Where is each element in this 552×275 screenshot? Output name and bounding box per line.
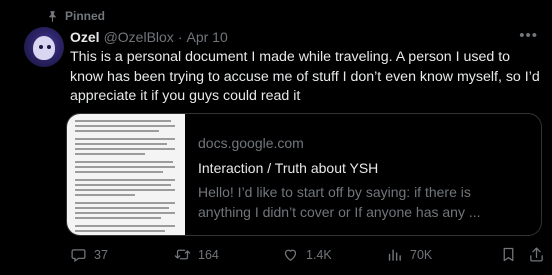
more-icon[interactable]: ••• [519, 27, 538, 44]
card-info: docs.google.com Interaction / Truth abou… [198, 134, 531, 222]
pinned-indicator: Pinned [46, 8, 105, 24]
views-count: 70K [410, 247, 433, 262]
card-title: Interaction / Truth about YSH [198, 160, 379, 176]
header-separator: · [177, 29, 183, 45]
link-card[interactable]: docs.google.com Interaction / Truth abou… [66, 113, 542, 236]
author-display-name[interactable]: Ozel [70, 29, 100, 45]
avatar[interactable] [24, 27, 64, 67]
repost-count: 164 [198, 247, 219, 262]
like-button[interactable]: 1.4K [282, 246, 332, 263]
views-button[interactable]: 70K [386, 246, 432, 263]
like-icon [284, 249, 297, 261]
tweet-header: Ozel @OzelBlox · Apr 10 ••• [70, 27, 538, 46]
avatar-face [33, 36, 55, 60]
pin-icon [49, 10, 56, 22]
bookmark-icon [503, 247, 514, 262]
tweet-actions: 37 164 1.4K 70K [70, 246, 546, 263]
share-button[interactable] [528, 246, 545, 263]
avatar-eye-right [47, 45, 51, 49]
share-icon [530, 247, 543, 262]
reply-button[interactable]: 37 [70, 246, 108, 263]
repost-icon [174, 249, 191, 260]
reply-icon [71, 249, 86, 263]
tweet-text: This is a personal document I made while… [70, 49, 540, 104]
card-description: Hello! I’d like to start off by saying: … [198, 184, 481, 220]
pinned-label: Pinned [65, 9, 106, 23]
repost-button[interactable]: 164 [174, 246, 219, 263]
tweet-date[interactable]: Apr 10 [186, 29, 227, 45]
like-count: 1.4K [306, 247, 332, 262]
avatar-eye-left [39, 45, 43, 49]
card-domain: docs.google.com [198, 135, 304, 151]
reply-count: 37 [94, 247, 108, 262]
views-icon [388, 249, 401, 261]
card-thumbnail [67, 114, 185, 235]
author-handle[interactable]: @OzelBlox [104, 29, 174, 45]
bookmark-button[interactable] [500, 246, 517, 263]
